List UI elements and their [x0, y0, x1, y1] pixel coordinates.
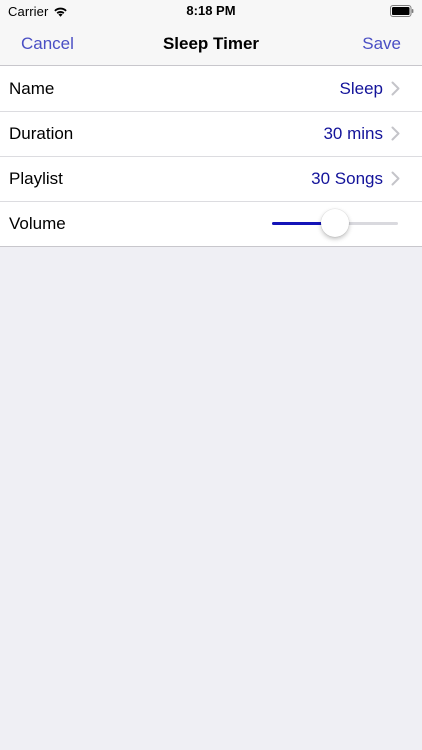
- navigation-bar: Cancel Sleep Timer Save: [0, 22, 422, 66]
- battery-full-icon: [390, 5, 414, 17]
- volume-slider[interactable]: [272, 201, 398, 246]
- status-bar: Carrier 8:18 PM: [0, 0, 422, 22]
- name-label: Name: [9, 79, 55, 98]
- status-time: 8:18 PM: [186, 3, 236, 18]
- volume-slider-thumb[interactable]: [321, 209, 349, 237]
- playlist-label: Playlist: [9, 169, 63, 188]
- name-row[interactable]: Name Sleep: [0, 66, 422, 111]
- playlist-row[interactable]: Playlist 30 Songs: [0, 156, 422, 201]
- chevron-right-icon: [391, 126, 400, 141]
- volume-label: Volume: [9, 214, 66, 233]
- volume-row: Volume: [0, 201, 422, 246]
- playlist-value: 30 Songs: [311, 169, 383, 188]
- chevron-right-icon: [391, 81, 400, 96]
- settings-list: Name Sleep Duration 30 mins Playlist 30 …: [0, 66, 422, 247]
- duration-row[interactable]: Duration 30 mins: [0, 111, 422, 156]
- duration-value: 30 mins: [323, 124, 383, 143]
- save-button[interactable]: Save: [362, 34, 401, 54]
- name-value: Sleep: [339, 79, 383, 98]
- page-title: Sleep Timer: [162, 34, 260, 53]
- chevron-right-icon: [391, 171, 400, 186]
- duration-label: Duration: [9, 124, 74, 143]
